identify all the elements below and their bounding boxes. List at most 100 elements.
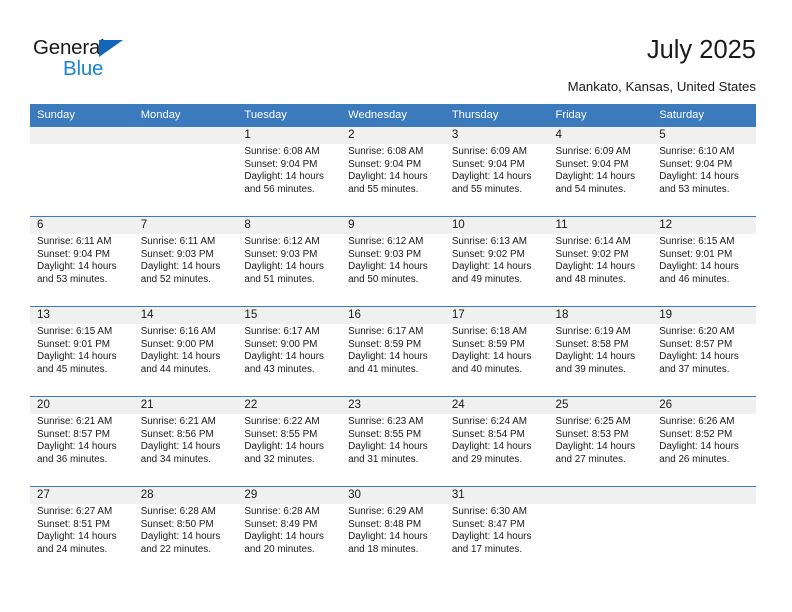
date-number[interactable]: 10 <box>445 217 549 234</box>
daylight-text-cont: and 41 minutes. <box>348 363 419 375</box>
sunset-text: Sunset: 9:04 PM <box>37 248 111 260</box>
daylight-text: Daylight: 14 hours <box>555 351 636 363</box>
day-cell[interactable]: Sunrise: 6:10 AM Sunset: 9:04 PM Dayligh… <box>652 144 756 216</box>
daylight-text-cont: and 52 minutes. <box>140 273 211 285</box>
date-number[interactable]: 24 <box>445 397 549 414</box>
daylight-text: Daylight: 14 hours <box>451 261 532 273</box>
day-cell[interactable]: Sunrise: 6:19 AM Sunset: 8:58 PM Dayligh… <box>549 324 653 396</box>
day-cell[interactable]: Sunrise: 6:15 AM Sunset: 9:01 PM Dayligh… <box>30 324 134 396</box>
day-cell[interactable]: Sunrise: 6:30 AM Sunset: 8:47 PM Dayligh… <box>445 504 549 576</box>
day-cell[interactable]: Sunrise: 6:27 AM Sunset: 8:51 PM Dayligh… <box>30 504 134 576</box>
day-cell[interactable]: Sunrise: 6:11 AM Sunset: 9:03 PM Dayligh… <box>134 234 238 306</box>
day-cell[interactable]: Sunrise: 6:14 AM Sunset: 9:02 PM Dayligh… <box>549 234 653 306</box>
date-number[interactable]: 17 <box>445 307 549 324</box>
day-cell[interactable]: Sunrise: 6:08 AM Sunset: 9:04 PM Dayligh… <box>341 144 445 216</box>
date-number[interactable]: 8 <box>237 217 341 234</box>
date-number[interactable]: 3 <box>445 127 549 144</box>
sunset-text: Sunset: 8:55 PM <box>348 428 422 440</box>
day-cell[interactable]: Sunrise: 6:12 AM Sunset: 9:03 PM Dayligh… <box>237 234 341 306</box>
day-cell[interactable]: Sunrise: 6:29 AM Sunset: 8:48 PM Dayligh… <box>341 504 445 576</box>
day-cell[interactable]: Sunrise: 6:28 AM Sunset: 8:50 PM Dayligh… <box>134 504 238 576</box>
weekday-header-friday: Friday <box>555 109 587 121</box>
day-cell[interactable]: Sunrise: 6:12 AM Sunset: 9:03 PM Dayligh… <box>341 234 445 306</box>
day-cell[interactable]: Sunrise: 6:09 AM Sunset: 9:04 PM Dayligh… <box>445 144 549 216</box>
day-cell[interactable] <box>134 144 238 216</box>
date-number[interactable]: 9 <box>341 217 445 234</box>
date-number[interactable]: 14 <box>134 307 238 324</box>
sunset-text: Sunset: 8:56 PM <box>140 428 214 440</box>
weekday-header-wednesday: Wednesday <box>348 109 407 121</box>
day-cell[interactable]: Sunrise: 6:11 AM Sunset: 9:04 PM Dayligh… <box>30 234 134 306</box>
date-number[interactable]: 2 <box>341 127 445 144</box>
day-cell[interactable]: Sunrise: 6:21 AM Sunset: 8:57 PM Dayligh… <box>30 414 134 486</box>
date-number[interactable]: 15 <box>237 307 341 324</box>
day-cell[interactable]: Sunrise: 6:20 AM Sunset: 8:57 PM Dayligh… <box>652 324 756 396</box>
week-date-number-band: 20 21 22 23 24 25 26 <box>30 397 756 414</box>
day-cell[interactable]: Sunrise: 6:26 AM Sunset: 8:52 PM Dayligh… <box>652 414 756 486</box>
day-cell[interactable]: Sunrise: 6:17 AM Sunset: 9:00 PM Dayligh… <box>237 324 341 396</box>
date-number[interactable]: 27 <box>30 487 134 504</box>
date-number[interactable]: 26 <box>652 397 756 414</box>
date-number[interactable] <box>549 487 653 504</box>
date-number[interactable]: 7 <box>134 217 238 234</box>
date-number[interactable]: 1 <box>237 127 341 144</box>
date-number[interactable]: 19 <box>652 307 756 324</box>
date-number[interactable]: 23 <box>341 397 445 414</box>
day-cell[interactable]: Sunrise: 6:25 AM Sunset: 8:53 PM Dayligh… <box>549 414 653 486</box>
date-number[interactable] <box>30 127 134 144</box>
generalblue-logo[interactable]: General Blue <box>33 36 153 84</box>
sunset-text: Sunset: 8:54 PM <box>451 428 525 440</box>
sunrise-text: Sunrise: 6:09 AM <box>555 146 631 157</box>
date-number[interactable]: 30 <box>341 487 445 504</box>
day-cell[interactable]: Sunrise: 6:13 AM Sunset: 9:02 PM Dayligh… <box>445 234 549 306</box>
sunrise-text: Sunrise: 6:27 AM <box>37 506 113 517</box>
day-cell[interactable] <box>30 144 134 216</box>
date-number[interactable] <box>652 487 756 504</box>
date-number[interactable]: 31 <box>445 487 549 504</box>
date-number[interactable]: 16 <box>341 307 445 324</box>
sunrise-text: Sunrise: 6:25 AM <box>555 416 631 427</box>
day-cell[interactable]: Sunrise: 6:24 AM Sunset: 8:54 PM Dayligh… <box>445 414 549 486</box>
date-number[interactable]: 28 <box>134 487 238 504</box>
daylight-text-cont: and 53 minutes. <box>659 183 730 195</box>
daylight-text: Daylight: 14 hours <box>140 531 221 543</box>
week-detail-band: Sunrise: 6:08 AM Sunset: 9:04 PM Dayligh… <box>30 144 756 216</box>
date-number[interactable]: 25 <box>549 397 653 414</box>
day-cell[interactable]: Sunrise: 6:08 AM Sunset: 9:04 PM Dayligh… <box>237 144 341 216</box>
date-number[interactable]: 5 <box>652 127 756 144</box>
sunrise-text: Sunrise: 6:24 AM <box>451 416 528 427</box>
day-cell[interactable]: Sunrise: 6:17 AM Sunset: 8:59 PM Dayligh… <box>341 324 445 396</box>
date-number[interactable]: 18 <box>549 307 653 324</box>
sunrise-text: Sunrise: 6:20 AM <box>659 326 735 337</box>
date-number[interactable]: 6 <box>30 217 134 234</box>
sunset-text: Sunset: 9:04 PM <box>555 158 629 170</box>
day-cell[interactable]: Sunrise: 6:21 AM Sunset: 8:56 PM Dayligh… <box>134 414 238 486</box>
day-cell[interactable]: Sunrise: 6:09 AM Sunset: 9:04 PM Dayligh… <box>549 144 653 216</box>
date-number[interactable]: 20 <box>30 397 134 414</box>
day-cell[interactable]: Sunrise: 6:16 AM Sunset: 9:00 PM Dayligh… <box>134 324 238 396</box>
date-number[interactable]: 13 <box>30 307 134 324</box>
date-number[interactable]: 21 <box>134 397 238 414</box>
location-subtitle: Mankato, Kansas, United States <box>567 79 756 94</box>
daylight-text: Daylight: 14 hours <box>659 441 739 453</box>
day-cell[interactable]: Sunrise: 6:28 AM Sunset: 8:49 PM Dayligh… <box>237 504 341 576</box>
date-number[interactable]: 4 <box>549 127 653 144</box>
date-number[interactable]: 12 <box>652 217 756 234</box>
date-number[interactable]: 22 <box>237 397 341 414</box>
calendar-grid: Sunday Monday Tuesday Wednesday Thursday… <box>30 104 756 576</box>
daylight-text-cont: and 22 minutes. <box>140 543 211 555</box>
day-cell[interactable] <box>549 504 653 576</box>
calendar-week-row: 6 7 8 9 10 11 12 Sunrise: 6:11 AM Sunset… <box>30 216 756 306</box>
day-cell[interactable]: Sunrise: 6:18 AM Sunset: 8:59 PM Dayligh… <box>445 324 549 396</box>
date-number[interactable] <box>134 127 238 144</box>
sunset-text: Sunset: 8:47 PM <box>451 518 525 530</box>
weekday-header-sunday: Sunday <box>37 109 75 121</box>
sunrise-text: Sunrise: 6:09 AM <box>451 146 528 157</box>
day-cell[interactable]: Sunrise: 6:22 AM Sunset: 8:55 PM Dayligh… <box>237 414 341 486</box>
weekday-header-monday: Monday <box>140 109 181 121</box>
day-cell[interactable]: Sunrise: 6:15 AM Sunset: 9:01 PM Dayligh… <box>652 234 756 306</box>
date-number[interactable]: 11 <box>549 217 653 234</box>
date-number[interactable]: 29 <box>237 487 341 504</box>
day-cell[interactable] <box>652 504 756 576</box>
day-cell[interactable]: Sunrise: 6:23 AM Sunset: 8:55 PM Dayligh… <box>341 414 445 486</box>
